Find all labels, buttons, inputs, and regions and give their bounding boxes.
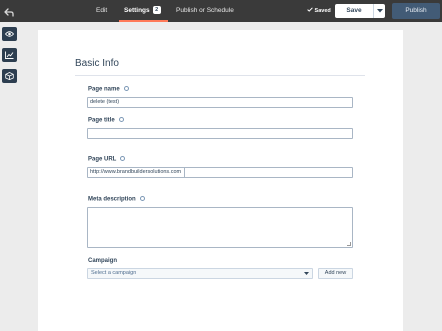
page-url-label-row: Page URL (88, 156, 126, 163)
page-title-label: Page title (88, 117, 115, 124)
page-name-field[interactable]: delete (test) (87, 97, 353, 108)
chart-icon (5, 51, 14, 59)
section-title: Basic Info (75, 58, 119, 69)
analytics-button[interactable] (2, 48, 17, 62)
page-name-label-row: Page name (88, 86, 129, 93)
help-icon[interactable] (120, 156, 126, 161)
tab-settings[interactable]: Settings 2 (119, 0, 168, 22)
campaign-select-placeholder: Select a campaign (91, 270, 137, 276)
preview-button[interactable] (2, 27, 17, 41)
tab-publish-label: Publish or Schedule (176, 7, 234, 14)
checkmark-icon (307, 7, 313, 12)
tab-edit[interactable]: Edit (96, 0, 107, 22)
page-name-label: Page name (88, 86, 120, 93)
publish-button[interactable]: Publish (392, 3, 440, 19)
eye-icon (5, 31, 14, 37)
tab-edit-label: Edit (96, 7, 108, 14)
meta-description-field[interactable] (87, 207, 353, 248)
save-button[interactable]: Save (335, 4, 373, 18)
page-url-label: Page URL (88, 156, 117, 163)
campaign-label: Campaign (88, 258, 118, 264)
save-options-dropdown[interactable] (373, 4, 385, 18)
help-icon[interactable] (118, 117, 124, 122)
page-url-domain[interactable]: http://www.brandbuildersolutions.com (87, 167, 185, 178)
meta-description-label: Meta description (88, 196, 136, 203)
caret-down-icon (304, 272, 309, 275)
saved-label: Saved (314, 8, 331, 14)
help-icon[interactable] (123, 86, 129, 91)
top-toolbar: Edit Settings 2 Publish or Schedule Saved… (0, 0, 442, 22)
tab-publish-or-schedule[interactable]: Publish or Schedule (176, 0, 234, 22)
back-arrow-icon[interactable] (4, 4, 18, 17)
modules-button[interactable] (2, 69, 17, 83)
box-icon (5, 72, 14, 80)
section-divider (75, 75, 365, 76)
tab-settings-label: Settings (124, 7, 150, 14)
add-new-campaign-button[interactable]: Add new (318, 268, 353, 279)
settings-count-badge: 2 (152, 6, 161, 14)
campaign-select[interactable]: Select a campaign (87, 268, 313, 279)
page-title-field[interactable] (87, 128, 353, 139)
saved-status: Saved (307, 0, 331, 22)
help-icon[interactable] (139, 196, 145, 201)
page-url-slug-field[interactable] (184, 167, 353, 178)
resize-handle-icon[interactable] (347, 242, 351, 246)
meta-description-label-row: Meta description (88, 196, 145, 203)
caret-down-icon (377, 9, 383, 13)
page-title-label-row: Page title (88, 117, 124, 124)
settings-panel: Basic Info Page name delete (test) Page … (38, 30, 403, 331)
